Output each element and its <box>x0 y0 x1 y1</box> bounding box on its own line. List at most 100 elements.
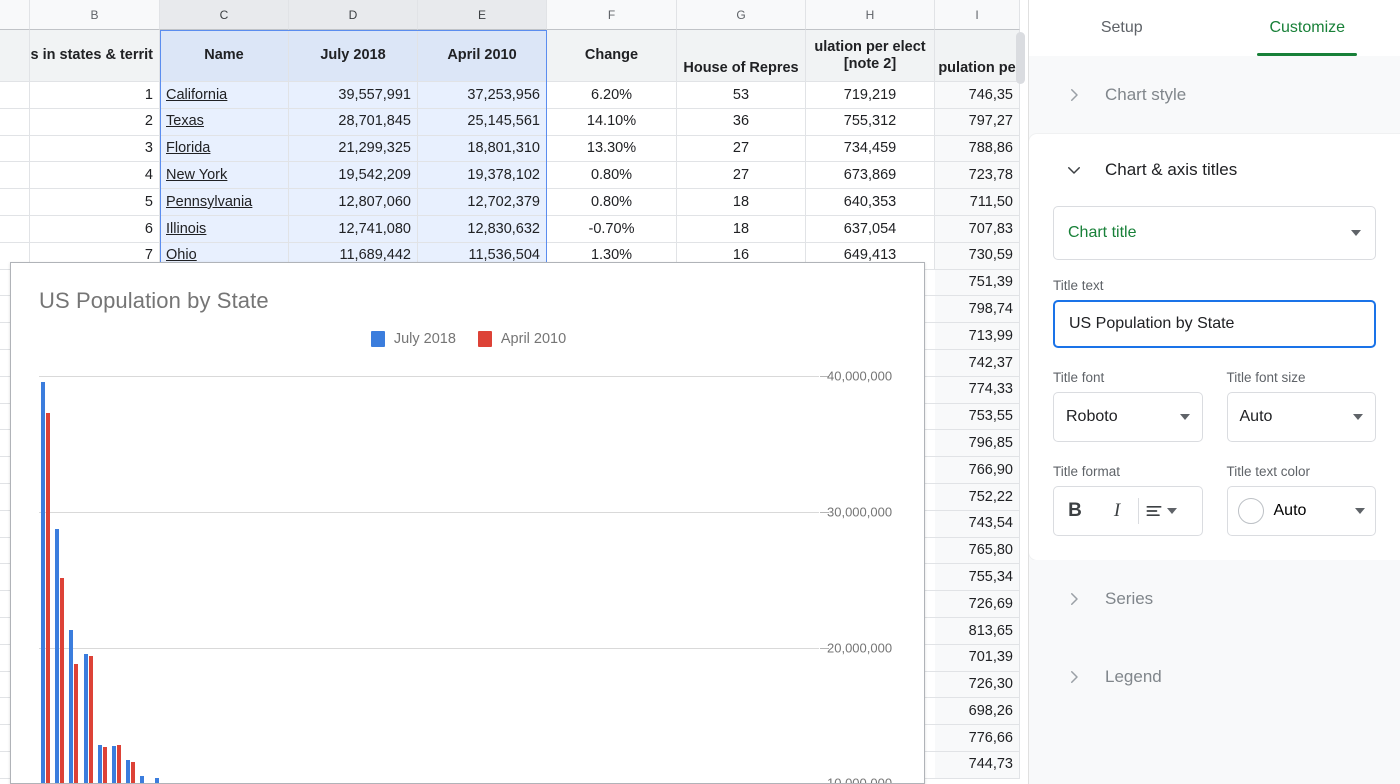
cell-change[interactable]: -0.70% <box>547 216 677 243</box>
bar-july2018[interactable] <box>140 776 144 784</box>
cell-col-i[interactable]: 744,73 <box>935 752 1020 779</box>
section-chart-axis-titles-header[interactable]: Chart & axis titles <box>1053 134 1376 206</box>
cell-col-i[interactable]: 796,85 <box>935 430 1020 457</box>
section-chart-style[interactable]: Chart style <box>1029 56 1400 134</box>
cell-col-i[interactable]: 711,50 <box>935 189 1020 216</box>
column-header-G[interactable]: G <box>677 0 806 30</box>
cell-rank[interactable]: 6 <box>30 216 160 243</box>
cell-name[interactable]: Pennsylvania <box>160 189 289 216</box>
bar-july2018[interactable] <box>126 760 130 784</box>
cell-a[interactable] <box>0 109 30 136</box>
cell-april2010[interactable]: 12,702,379 <box>418 189 547 216</box>
cell-a[interactable] <box>0 82 30 109</box>
cell-name[interactable]: Florida <box>160 136 289 163</box>
cell-a[interactable] <box>0 162 30 189</box>
column-header-C[interactable]: C <box>160 0 289 30</box>
column-header-B[interactable]: B <box>30 0 160 30</box>
cell-a[interactable] <box>0 136 30 163</box>
cell-change[interactable]: 6.20% <box>547 82 677 109</box>
header-cell-c[interactable]: Name <box>160 30 289 82</box>
cell-col-i[interactable]: 765,80 <box>935 538 1020 565</box>
column-header-a[interactable] <box>0 0 30 30</box>
cell-house[interactable]: 36 <box>677 109 806 136</box>
header-cell-g[interactable]: House of Repres <box>677 30 806 82</box>
cell-change[interactable]: 0.80% <box>547 162 677 189</box>
cell-house[interactable]: 18 <box>677 189 806 216</box>
cell-col-i[interactable]: 766,90 <box>935 457 1020 484</box>
column-header-F[interactable]: F <box>547 0 677 30</box>
cell-change[interactable]: 13.30% <box>547 136 677 163</box>
cell-perelect[interactable]: 673,869 <box>806 162 935 189</box>
cell-name[interactable]: California <box>160 82 289 109</box>
section-legend[interactable]: Legend <box>1029 638 1400 716</box>
cell-july2018[interactable]: 28,701,845 <box>289 109 418 136</box>
title-type-select[interactable]: Chart title <box>1053 206 1376 260</box>
cell-change[interactable]: 0.80% <box>547 189 677 216</box>
cell-col-i[interactable]: 713,99 <box>935 323 1020 350</box>
cell-rank[interactable]: 4 <box>30 162 160 189</box>
header-cell-f[interactable]: Change <box>547 30 677 82</box>
column-header-D[interactable]: D <box>289 0 418 30</box>
spreadsheet-vertical-scrollbar[interactable] <box>1016 32 1025 780</box>
cell-col-i[interactable]: 742,37 <box>935 350 1020 377</box>
scrollbar-thumb[interactable] <box>1016 32 1025 84</box>
cell-rank[interactable]: 3 <box>30 136 160 163</box>
header-cell-i[interactable]: pulation pe <box>935 30 1020 82</box>
bar-april2010[interactable] <box>131 762 135 784</box>
cell-july2018[interactable]: 19,542,209 <box>289 162 418 189</box>
cell-house[interactable]: 27 <box>677 136 806 163</box>
cell-april2010[interactable]: 12,830,632 <box>418 216 547 243</box>
cell-house[interactable]: 53 <box>677 82 806 109</box>
bar-july2018[interactable] <box>55 529 59 784</box>
cell-perelect[interactable]: 719,219 <box>806 82 935 109</box>
italic-button[interactable]: I <box>1096 487 1138 535</box>
cell-july2018[interactable]: 12,807,060 <box>289 189 418 216</box>
bar-july2018[interactable] <box>69 630 73 784</box>
cell-col-i[interactable]: 701,39 <box>935 645 1020 672</box>
cell-col-i[interactable]: 797,27 <box>935 109 1020 136</box>
cell-col-i[interactable]: 774,33 <box>935 377 1020 404</box>
tab-setup[interactable]: Setup <box>1029 0 1215 56</box>
bar-april2010[interactable] <box>60 578 64 784</box>
bar-july2018[interactable] <box>41 382 45 784</box>
cell-col-i[interactable]: 752,22 <box>935 484 1020 511</box>
bar-april2010[interactable] <box>74 664 78 784</box>
bar-april2010[interactable] <box>89 656 93 784</box>
bar-april2010[interactable] <box>103 747 107 784</box>
cell-april2010[interactable]: 37,253,956 <box>418 82 547 109</box>
column-header-H[interactable]: H <box>806 0 935 30</box>
cell-house[interactable]: 27 <box>677 162 806 189</box>
title-text-input[interactable]: US Population by State <box>1053 300 1376 348</box>
section-series[interactable]: Series <box>1029 560 1400 638</box>
cell-a[interactable] <box>0 216 30 243</box>
cell-col-i[interactable]: 798,74 <box>935 296 1020 323</box>
cell-col-i[interactable]: 813,65 <box>935 618 1020 645</box>
bar-july2018[interactable] <box>84 654 88 784</box>
cell-col-i[interactable]: 723,78 <box>935 162 1020 189</box>
cell-a[interactable] <box>0 189 30 216</box>
tab-customize[interactable]: Customize <box>1215 0 1400 56</box>
cell-col-i[interactable]: 776,66 <box>935 725 1020 752</box>
cell-house[interactable]: 18 <box>677 216 806 243</box>
cell-july2018[interactable]: 21,299,325 <box>289 136 418 163</box>
cell-rank[interactable]: 5 <box>30 189 160 216</box>
bar-april2010[interactable] <box>46 413 50 784</box>
header-cell-b[interactable]: ates in states & territ <box>30 30 160 82</box>
bar-july2018[interactable] <box>155 778 159 784</box>
header-cell-d[interactable]: July 2018 <box>289 30 418 82</box>
bar-july2018[interactable] <box>112 746 116 784</box>
title-text-color-select[interactable]: Auto <box>1227 486 1377 536</box>
bar-april2010[interactable] <box>117 745 121 784</box>
cell-col-i[interactable]: 698,26 <box>935 698 1020 725</box>
cell-col-i[interactable]: 730,59 <box>935 243 1020 270</box>
cell-april2010[interactable]: 25,145,561 <box>418 109 547 136</box>
cell-col-i[interactable]: 746,35 <box>935 82 1020 109</box>
cell-rank[interactable]: 2 <box>30 109 160 136</box>
cell-perelect[interactable]: 637,054 <box>806 216 935 243</box>
cell-col-i[interactable]: 755,34 <box>935 564 1020 591</box>
title-font-size-select[interactable]: Auto <box>1227 392 1377 442</box>
cell-perelect[interactable]: 640,353 <box>806 189 935 216</box>
cell-col-i[interactable]: 753,55 <box>935 404 1020 431</box>
cell-name[interactable]: Illinois <box>160 216 289 243</box>
text-align-button[interactable] <box>1139 487 1181 535</box>
